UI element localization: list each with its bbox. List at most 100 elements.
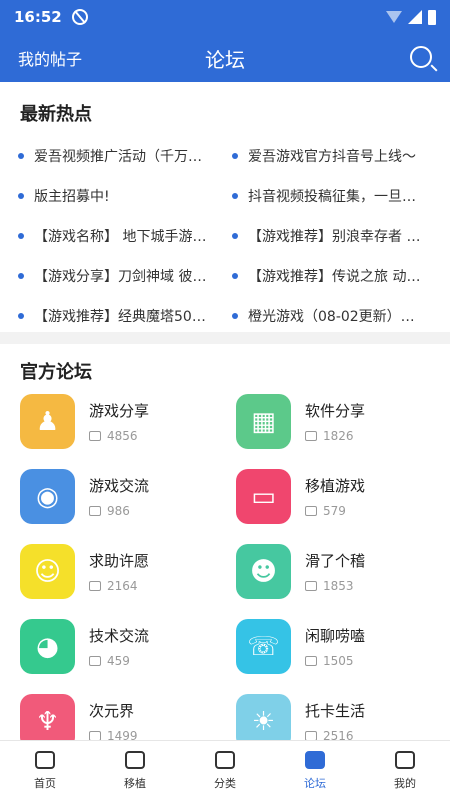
official-forums-section: 官方论坛 ♟ 游戏分享 4856 ▦ 软件分享 1826 ◉ 游戏交流 986 ▭ 移植游戏 579 ☺… <box>0 344 450 740</box>
comment-icon <box>89 581 101 591</box>
forum-post-count: 2164 <box>89 579 149 593</box>
forum-info: 软件分享 1826 <box>305 400 365 443</box>
hot-topic-label: 爱吾视频推广活动（千万… <box>34 149 202 165</box>
forum-item[interactable]: ◕ 技术交流 459 <box>20 619 236 674</box>
comment-icon <box>305 581 317 591</box>
forum-name: 求助许愿 <box>89 552 150 570</box>
hot-topic-item[interactable]: 抖音视频投稿征集，一旦… <box>232 176 438 216</box>
comment-icon <box>305 656 317 666</box>
hot-topic-item[interactable]: 【游戏分享】刀剑神域 彼… <box>18 256 232 296</box>
forum-item[interactable]: ♆ 次元界 1499 <box>20 694 236 740</box>
status-time: 16:52 <box>14 8 62 26</box>
forum-count-value: 579 <box>323 504 346 518</box>
hot-topics-title: 最新热点 <box>20 104 92 125</box>
forum-post-count: 1505 <box>305 654 365 668</box>
tab-forum[interactable]: 论坛 <box>270 741 360 800</box>
forum-post-count: 579 <box>305 504 365 518</box>
bullet-icon <box>18 153 24 159</box>
hot-topic-label: 抖音视频投稿征集，一旦… <box>248 189 416 205</box>
hot-topic-item[interactable]: 【游戏推荐】别浪幸存者 … <box>232 216 438 256</box>
hot-topic-label: 爱吾游戏官方抖音号上线～ <box>248 149 416 165</box>
forum-item[interactable]: ◉ 游戏交流 986 <box>20 469 236 524</box>
fox-mask-icon: ♆ <box>20 694 75 740</box>
bullet-icon <box>232 273 238 279</box>
forum-info: 次元界 1499 <box>89 700 138 740</box>
hot-topic-label: 版主招募中! <box>34 189 110 205</box>
gamepad-icon <box>125 750 145 769</box>
tab-gamepad[interactable]: 移植 <box>90 741 180 800</box>
hot-topic-item[interactable]: 【游戏推荐】经典魔塔50… <box>18 296 232 336</box>
pacman-icon: ◕ <box>20 619 75 674</box>
tab-label: 分类 <box>214 776 236 790</box>
comment-icon <box>305 431 317 441</box>
forum-item[interactable]: ☏ 闲聊唠嗑 1505 <box>236 619 440 674</box>
forum-item[interactable]: ♟ 游戏分享 4856 <box>20 394 236 449</box>
forum-name: 软件分享 <box>305 402 366 420</box>
search-icon[interactable] <box>410 46 432 68</box>
forum-count-value: 1853 <box>323 579 354 593</box>
forum-info: 游戏交流 986 <box>89 475 149 518</box>
bottom-tab-bar: 首页 移植 分类 论坛 我的 <box>0 740 450 800</box>
tab-label: 论坛 <box>304 776 326 790</box>
hot-topic-label: 【游戏分享】刀剑神域 彼… <box>34 269 207 285</box>
forum-name: 游戏交流 <box>89 477 150 495</box>
forum-info: 滑了个稽 1853 <box>305 550 365 593</box>
bullet-icon <box>18 313 24 319</box>
tab-user[interactable]: 我的 <box>360 741 450 800</box>
forum-name: 滑了个稽 <box>305 552 366 570</box>
comment-icon <box>89 506 101 516</box>
smiley-icon: ☺ <box>20 544 75 599</box>
bullet-icon <box>232 313 238 319</box>
forum-info: 托卡生活 2516 <box>305 700 365 740</box>
forum-name: 移植游戏 <box>305 477 366 495</box>
tab-home[interactable]: 首页 <box>0 741 90 800</box>
forum-info: 求助许愿 2164 <box>89 550 149 593</box>
forum-info: 移植游戏 579 <box>305 475 365 518</box>
hot-topic-item[interactable]: 【游戏推荐】传说之旅 动… <box>232 256 438 296</box>
forum-count-value: 2164 <box>107 579 138 593</box>
forum-info: 闲聊唠嗑 1505 <box>305 625 365 668</box>
signal-icon <box>408 10 422 24</box>
battery-icon <box>428 9 436 25</box>
bullet-icon <box>18 273 24 279</box>
app-header: 我的帖子 论坛 <box>0 34 450 82</box>
bullet-icon <box>18 193 24 199</box>
bullet-icon <box>18 233 24 239</box>
forum-item[interactable]: ▦ 软件分享 1826 <box>236 394 440 449</box>
hot-topic-label: 【游戏推荐】别浪幸存者 … <box>248 229 421 245</box>
forum-post-count: 1499 <box>89 729 138 740</box>
forum-item[interactable]: ☻ 滑了个稽 1853 <box>236 544 440 599</box>
hot-topic-item[interactable]: 爱吾视频推广活动（千万… <box>18 136 232 176</box>
status-icons <box>386 9 436 25</box>
hot-topic-item[interactable]: 爱吾游戏官方抖音号上线～ <box>232 136 438 176</box>
hot-topic-item[interactable]: 橙光游戏（08-02更新）… <box>232 296 438 336</box>
forum-item[interactable]: ▭ 移植游戏 579 <box>236 469 440 524</box>
tab-category[interactable]: 分类 <box>180 741 270 800</box>
forum-count-value: 1826 <box>323 429 354 443</box>
forum-list: ♟ 游戏分享 4856 ▦ 软件分享 1826 ◉ 游戏交流 986 ▭ 移植游戏 579 ☺ 求助许愿 2… <box>20 394 440 740</box>
bullet-icon <box>232 233 238 239</box>
section-divider <box>0 332 450 344</box>
page-title: 论坛 <box>205 47 245 72</box>
do-not-disturb-icon <box>71 9 88 25</box>
hot-topics-list: 爱吾视频推广活动（千万… 爱吾游戏官方抖音号上线～ 版主招募中! 抖音视频投稿征集，一… <box>18 136 438 336</box>
forum-name: 游戏分享 <box>89 402 150 420</box>
comment-icon <box>305 731 317 740</box>
hot-topics-section: 最新热点 爱吾视频推广活动（千万… 爱吾游戏官方抖音号上线～ 版主招募中! 抖音视频投… <box>0 82 450 332</box>
forum-post-count: 4856 <box>89 429 149 443</box>
hot-topic-item[interactable]: 版主招募中! <box>18 176 232 216</box>
forum-post-count: 459 <box>89 654 149 668</box>
tab-label: 我的 <box>394 776 416 790</box>
forum-item[interactable]: ☀ 托卡生活 2516 <box>236 694 440 740</box>
forum-count-value: 1499 <box>107 729 138 740</box>
official-forums-title: 官方论坛 <box>20 362 92 383</box>
forum-item[interactable]: ☺ 求助许愿 2164 <box>20 544 236 599</box>
status-bar: 16:52 <box>0 0 450 34</box>
hot-topic-label: 橙光游戏（08-02更新）… <box>248 309 415 325</box>
user-chat-icon: ☏ <box>236 619 291 674</box>
toca-character-icon: ☀ <box>236 694 291 740</box>
forum-name: 托卡生活 <box>305 702 366 720</box>
grid-apps-icon: ▦ <box>236 394 291 449</box>
hot-topic-label: 【游戏推荐】经典魔塔50… <box>34 309 206 325</box>
hot-topic-item[interactable]: 【游戏名称】 地下城手游… <box>18 216 232 256</box>
